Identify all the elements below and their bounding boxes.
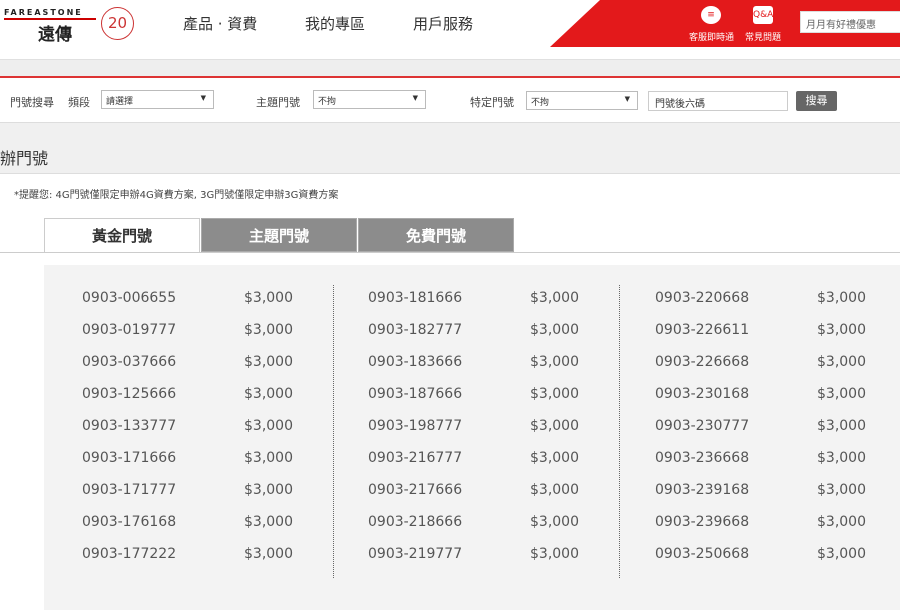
tab-gold-numbers[interactable]: 黃金門號 — [44, 218, 200, 253]
number-price: $3,000 — [530, 354, 579, 370]
theme-label: 主題門號 — [256, 96, 300, 109]
nav-my-account[interactable]: 我的專區 — [305, 13, 365, 34]
dropdown-arrow-icon: ▼ — [412, 94, 418, 102]
logo-text-zh: 遠傳 — [38, 25, 72, 45]
phone-number[interactable]: 0903-171666 — [82, 450, 176, 466]
header: FAREASTONE 遠傳 20 產品 · 資費 我的專區 用戶服務 ≡ 客服即… — [0, 0, 900, 47]
phone-number[interactable]: 0903-037666 — [82, 354, 176, 370]
specific-select[interactable]: 不拘 ▼ — [526, 91, 638, 110]
tab-free-numbers[interactable]: 免費門號 — [358, 218, 514, 252]
last-six-digits-input[interactable]: 門號後六碼 — [648, 91, 788, 111]
phone-number[interactable]: 0903-230168 — [655, 386, 749, 402]
number-price: $3,000 — [530, 482, 579, 498]
number-price: $3,000 — [817, 514, 866, 530]
phone-number[interactable]: 0903-006655 — [82, 290, 176, 306]
theme-value: 不拘 — [318, 97, 337, 107]
gray-strip — [0, 59, 900, 76]
section-title: 辦門號 — [0, 149, 49, 168]
tab-theme-numbers[interactable]: 主題門號 — [201, 218, 357, 252]
number-price: $3,000 — [244, 290, 293, 306]
qa-icon[interactable]: Q&A — [753, 6, 773, 24]
phone-number[interactable]: 0903-177222 — [82, 546, 176, 562]
dropdown-arrow-icon: ▼ — [200, 94, 206, 102]
phone-number[interactable]: 0903-019777 — [82, 322, 176, 338]
reminder-note: *提醒您: 4G門號僅限定申辦4G資費方案, 3G門號僅限定申辦3G資費方案 — [14, 190, 339, 201]
number-price: $3,000 — [817, 322, 866, 338]
number-price: $3,000 — [817, 386, 866, 402]
dropdown-arrow-icon: ▼ — [624, 95, 630, 103]
phone-number[interactable]: 0903-171777 — [82, 482, 176, 498]
chat-icon[interactable]: ≡ — [701, 6, 721, 24]
column-separator — [333, 285, 334, 578]
number-price: $3,000 — [244, 386, 293, 402]
number-price: $3,000 — [817, 290, 866, 306]
number-price: $3,000 — [244, 322, 293, 338]
phone-number[interactable]: 0903-239168 — [655, 482, 749, 498]
theme-select[interactable]: 不拘 ▼ — [313, 90, 426, 109]
phone-number[interactable]: 0903-226611 — [655, 322, 749, 338]
number-price: $3,000 — [817, 450, 866, 466]
number-price: $3,000 — [530, 290, 579, 306]
number-price: $3,000 — [244, 546, 293, 562]
phone-number[interactable]: 0903-230777 — [655, 418, 749, 434]
phone-number[interactable]: 0903-250668 — [655, 546, 749, 562]
nav-products[interactable]: 產品 · 資費 — [183, 13, 257, 34]
phone-number[interactable]: 0903-219777 — [368, 546, 462, 562]
number-price: $3,000 — [244, 514, 293, 530]
anniversary-badge: 20 — [101, 7, 134, 40]
phone-number[interactable]: 0903-217666 — [368, 482, 462, 498]
section-header: 辦門號 — [0, 122, 900, 174]
number-price: $3,000 — [530, 546, 579, 562]
segment-value: 請選擇 — [106, 97, 134, 107]
red-divider — [0, 76, 900, 78]
live-chat-link[interactable]: 客服即時通 — [689, 30, 734, 43]
specific-label: 特定門號 — [470, 96, 514, 109]
search-button[interactable]: 搜尋 — [796, 91, 837, 111]
search-title: 門號搜尋 — [10, 96, 54, 109]
tab-divider — [0, 252, 900, 253]
logo-text-en: FAREASTONE — [4, 8, 96, 20]
phone-number[interactable]: 0903-181666 — [368, 290, 462, 306]
segment-select[interactable]: 請選擇 ▼ — [101, 90, 214, 109]
number-price: $3,000 — [244, 482, 293, 498]
phone-number[interactable]: 0903-125666 — [82, 386, 176, 402]
phone-number[interactable]: 0903-133777 — [82, 418, 176, 434]
number-price: $3,000 — [530, 450, 579, 466]
nav-user-service[interactable]: 用戶服務 — [413, 13, 473, 34]
number-price: $3,000 — [244, 450, 293, 466]
phone-number[interactable]: 0903-216777 — [368, 450, 462, 466]
number-price: $3,000 — [817, 482, 866, 498]
phone-number[interactable]: 0903-220668 — [655, 290, 749, 306]
specific-value: 不拘 — [531, 98, 550, 108]
number-price: $3,000 — [530, 418, 579, 434]
number-price: $3,000 — [244, 354, 293, 370]
number-price: $3,000 — [817, 354, 866, 370]
phone-number[interactable]: 0903-182777 — [368, 322, 462, 338]
column-separator — [619, 285, 620, 578]
phone-number[interactable]: 0903-187666 — [368, 386, 462, 402]
phone-number[interactable]: 0903-226668 — [655, 354, 749, 370]
fareastone-logo[interactable]: FAREASTONE 遠傳 — [4, 8, 96, 45]
number-price: $3,000 — [530, 322, 579, 338]
phone-number[interactable]: 0903-198777 — [368, 418, 462, 434]
number-price: $3,000 — [817, 546, 866, 562]
phone-number[interactable]: 0903-218666 — [368, 514, 462, 530]
phone-number[interactable]: 0903-236668 — [655, 450, 749, 466]
number-price: $3,000 — [530, 514, 579, 530]
number-price: $3,000 — [817, 418, 866, 434]
faq-link[interactable]: 常見問題 — [745, 30, 781, 43]
header-search-input[interactable]: 月月有好禮優惠 — [800, 11, 900, 33]
number-price: $3,000 — [530, 386, 579, 402]
phone-number[interactable]: 0903-176168 — [82, 514, 176, 530]
phone-number[interactable]: 0903-183666 — [368, 354, 462, 370]
segment-label: 頻段 — [68, 96, 90, 109]
phone-number[interactable]: 0903-239668 — [655, 514, 749, 530]
number-price: $3,000 — [244, 418, 293, 434]
